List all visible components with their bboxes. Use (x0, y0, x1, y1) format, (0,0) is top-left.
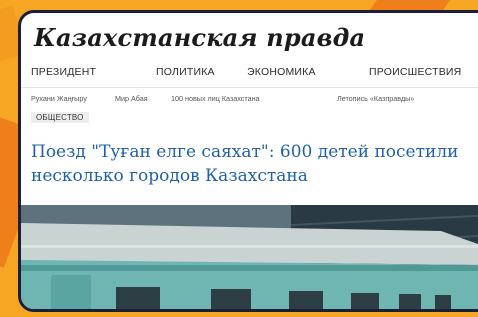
nav-item-president[interactable]: ПРЕЗИДЕНТ (31, 66, 96, 78)
subnav-item-100-new-faces[interactable]: 100 новых лиц Казахстана (171, 94, 260, 103)
news-page-card: Казахстанская правда ПРЕЗИДЕНТ ПОЛИТИКА … (18, 10, 478, 312)
article-photo (21, 205, 478, 309)
article-headline[interactable]: Поезд "Туған елге саяхат": 600 детей пос… (31, 140, 478, 188)
secondary-navigation: Рухани Жаңғыру Мир Абая 100 новых лиц Ка… (21, 91, 478, 109)
nav-item-politics[interactable]: ПОЛИТИКА (156, 66, 215, 78)
subnav-item-kazpravda-chronicle[interactable]: Летопись «Казправды» (337, 94, 414, 103)
nav-item-incidents[interactable]: ПРОИСШЕСТВИЯ (369, 66, 461, 78)
screenshot-frame: Казахстанская правда ПРЕЗИДЕНТ ПОЛИТИКА … (0, 0, 478, 317)
main-navigation: ПРЕЗИДЕНТ ПОЛИТИКА ЭКОНОМИКА ПРОИСШЕСТВИ… (21, 61, 478, 88)
subnav-item-rukhani-zhangyru[interactable]: Рухани Жаңғыру (31, 94, 87, 103)
subnav-item-mir-abaya[interactable]: Мир Абая (115, 94, 148, 103)
section-label[interactable]: ОБЩЕСТВО (31, 112, 89, 123)
nav-item-economy[interactable]: ЭКОНОМИКА (247, 66, 316, 78)
train-photo-illustration (21, 205, 478, 309)
site-logo[interactable]: Казахстанская правда (34, 23, 365, 52)
